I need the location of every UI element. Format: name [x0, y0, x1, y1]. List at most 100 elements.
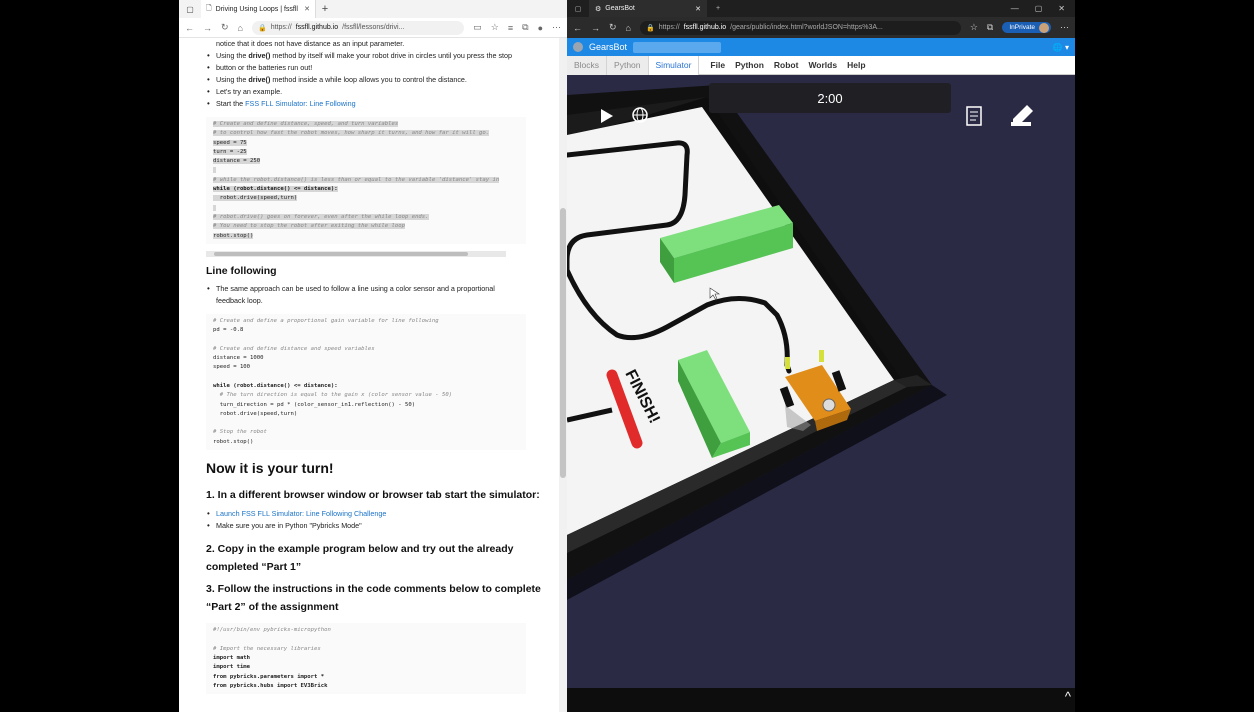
language-globe-icon[interactable]: 🌐 ▾ — [1053, 43, 1069, 52]
lock-icon: 🔒 — [257, 24, 267, 32]
collections-icon[interactable]: ⧉ — [522, 22, 528, 33]
heading-your-turn: Now it is your turn! — [206, 460, 334, 477]
new-tab-icon[interactable]: + — [707, 5, 729, 12]
page-scrollbar-thumb[interactable] — [560, 208, 566, 478]
code-block-line-following[interactable]: # Create and define a proportional gain … — [206, 313, 526, 451]
code-line: # Create and define distance, speed, and… — [213, 121, 399, 127]
code-line: robot.stop() — [213, 232, 254, 239]
minimize-icon[interactable]: — — [1011, 4, 1019, 13]
favorite-icon[interactable]: ☆ — [970, 22, 978, 33]
collections-icon[interactable]: ⧉ — [987, 22, 993, 33]
new-tab-icon[interactable]: + — [316, 3, 334, 15]
code-line: robot.drive(speed,turn) — [213, 195, 298, 202]
code-line: # Import the necessary libraries — [213, 645, 321, 652]
left-browser-window: ▢ 🗋 Driving Using Loops | fssfll ✕ + ← →… — [179, 0, 567, 712]
refresh-icon[interactable]: ↻ — [221, 22, 229, 33]
code-line: distance = 250 — [213, 158, 261, 165]
project-name-field[interactable] — [633, 41, 722, 53]
tab-actions-icon[interactable]: ▢ — [179, 5, 201, 14]
right-url-field[interactable]: 🔒 https://fssfll.github.io/gears/public/… — [639, 20, 961, 35]
profile-icon[interactable]: ● — [538, 23, 543, 33]
home-icon[interactable]: ⌂ — [626, 23, 631, 33]
code-horizontal-scrollbar[interactable] — [206, 250, 506, 257]
close-window-icon[interactable]: ✕ — [1058, 4, 1065, 13]
forward-icon[interactable]: → — [591, 23, 600, 33]
favorites-list-icon[interactable]: ≡ — [508, 23, 513, 33]
menu-python[interactable]: Python — [730, 60, 769, 70]
code-block-assignment[interactable]: #!/usr/bin/env pybricks-micropython # Im… — [206, 623, 526, 695]
url-prefix: https:// — [270, 24, 292, 31]
favorite-icon[interactable]: ☆ — [491, 22, 499, 33]
gearsbot-menubar: Blocks Python Simulator File Python Robo… — [567, 55, 1075, 75]
code-line: import math — [213, 654, 251, 661]
code-block-drive-example[interactable]: # Create and define distance, speed, and… — [206, 117, 526, 244]
lesson-page: notice that it does not have distance as… — [179, 38, 559, 712]
simulator-canvas[interactable]: FINISH! 2:00 — [567, 75, 1075, 688]
simulator-timer: 2:00 — [709, 83, 951, 113]
back-icon[interactable]: ← — [185, 23, 194, 33]
code-line: import time — [213, 664, 251, 671]
menu-worlds[interactable]: Worlds — [803, 60, 842, 70]
bullet-item: Start the FSS FLL Simulator: Line Follow… — [206, 98, 559, 110]
launch-simulator-link[interactable]: Launch FSS FLL Simulator: Line Following… — [216, 509, 386, 518]
right-tab-strip: ▢ ⚙ GearsBot ✕ + — ▢ ✕ — [567, 0, 1075, 17]
step-1-heading: 1. In a different browser window or brow… — [206, 489, 540, 502]
code-line: # to control how fast the robot moves, h… — [213, 130, 490, 137]
forward-icon[interactable]: → — [203, 23, 212, 33]
simulator-link[interactable]: FSS FLL Simulator: Line Following — [245, 99, 355, 108]
tab-blocks[interactable]: Blocks — [567, 55, 608, 75]
tab-python[interactable]: Python — [607, 55, 649, 75]
close-tab-icon[interactable]: ✕ — [304, 5, 310, 13]
left-tab-active[interactable]: 🗋 Driving Using Loops | fssfll ✕ — [201, 0, 316, 18]
reader-icon[interactable]: ▭ — [473, 22, 482, 33]
code-line: robot.drive(speed,turn) — [213, 410, 298, 417]
code-line: pd = -0.8 — [213, 327, 244, 334]
more-icon[interactable]: ⋯ — [1060, 22, 1069, 33]
simulator-scene: FINISH! — [567, 85, 1033, 600]
right-address-bar: ← → ↻ ⌂ 🔒 https://fssfll.github.io/gears… — [567, 17, 1075, 38]
robot-sensor-left — [785, 357, 790, 369]
code-line: speed = 75 — [213, 139, 247, 146]
expand-panel-icon[interactable]: ^ — [1065, 689, 1071, 704]
home-icon[interactable]: ⌂ — [238, 23, 243, 33]
lock-icon: 🔒 — [645, 24, 655, 32]
right-browser-window: ▢ ⚙ GearsBot ✕ + — ▢ ✕ ← → ↻ ⌂ 🔒 https:/… — [567, 0, 1075, 712]
step-1-bullets: Launch FSS FLL Simulator: Line Following… — [206, 508, 559, 532]
tab-simulator[interactable]: Simulator — [648, 55, 700, 75]
code-line: # The turn direction is equal to the gai… — [213, 392, 453, 399]
code-line: from pybricks.parameters import * — [213, 673, 325, 680]
menu-file[interactable]: File — [705, 60, 730, 70]
url-host: fssfll.github.io — [683, 24, 727, 31]
heading-line-following: Line following — [206, 264, 277, 277]
more-icon[interactable]: ⋯ — [552, 22, 561, 33]
menu-robot[interactable]: Robot — [769, 60, 804, 70]
step-3-heading: 3. Follow the instructions in the code c… — [206, 583, 541, 614]
menu-help[interactable]: Help — [842, 60, 870, 70]
right-tab-active[interactable]: ⚙ GearsBot ✕ — [589, 0, 707, 17]
code-line: while (robot.distance() <= distance): — [213, 186, 338, 193]
maximize-icon[interactable]: ▢ — [1035, 4, 1043, 13]
close-tab-icon[interactable]: ✕ — [695, 5, 701, 13]
bullet-item: Let's try an example. — [206, 86, 559, 98]
left-address-bar: ← → ↻ ⌂ 🔒 https://fssfll.github.io/fssfl… — [179, 18, 567, 38]
bullet-item: Using the drive() method inside a while … — [206, 74, 559, 86]
refresh-icon[interactable]: ↻ — [609, 22, 617, 33]
tab-actions-icon[interactable]: ▢ — [567, 5, 589, 13]
left-url-field[interactable]: 🔒 https://fssfll.github.io/fssfll/lesson… — [251, 20, 465, 35]
bullet-item: The same approach can be used to follow … — [206, 283, 559, 295]
code-line — [213, 204, 519, 213]
intro-line: notice that it does not have distance as… — [216, 39, 405, 48]
code-line — [213, 166, 519, 175]
page-scrollbar[interactable] — [559, 38, 567, 712]
bullet-continuation: feedback loop. — [216, 295, 263, 305]
code-line: robot.stop() — [213, 438, 254, 445]
inprivate-badge[interactable]: InPrivate — [1002, 22, 1051, 33]
back-icon[interactable]: ← — [573, 23, 582, 33]
code-line: # Create and define a proportional gain … — [213, 317, 439, 324]
gearsbot-logo-icon — [573, 42, 583, 52]
code-line: speed = 100 — [213, 364, 251, 371]
code-line: # while the robot.distance() is less tha… — [213, 176, 500, 183]
bullet-continuation: button or the batteries run out! — [206, 62, 559, 74]
